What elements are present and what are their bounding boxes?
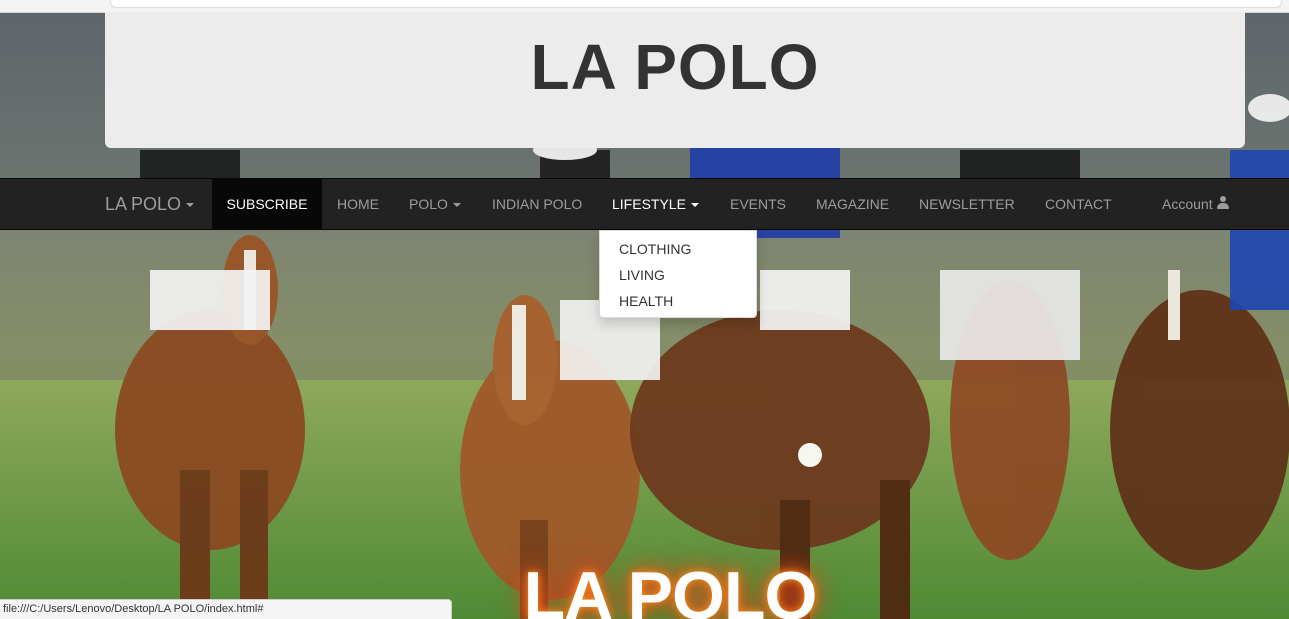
- nav-item-home[interactable]: HOME: [337, 179, 379, 229]
- nav-brand-dropdown[interactable]: LA POLO: [105, 179, 195, 229]
- nav-item-newsletter[interactable]: NEWSLETTER: [919, 179, 1015, 229]
- account-label: Account: [1162, 196, 1213, 212]
- nav-item-magazine[interactable]: MAGAZINE: [816, 179, 889, 229]
- user-icon: [1216, 196, 1229, 210]
- caret-down-icon: [452, 203, 461, 208]
- nav-item-subscribe[interactable]: SUBSCRIBE: [212, 179, 322, 229]
- browser-status-bar: file:///C:/Users/Lenovo/Desktop/LA POLO/…: [0, 599, 452, 619]
- header-banner: LA POLO: [105, 12, 1245, 148]
- nav-item-events[interactable]: EVENTS: [730, 179, 786, 229]
- nav-item-indian-polo[interactable]: INDIAN POLO: [492, 179, 582, 229]
- nav-item-contact[interactable]: CONTACT: [1045, 179, 1112, 229]
- main-navbar: LA POLO SUBSCRIBE HOME POLO INDIAN POLO …: [0, 178, 1289, 230]
- nav-item-polo[interactable]: POLO: [409, 179, 461, 229]
- caret-down-icon: [186, 203, 195, 208]
- page: LA POLO LA POLO SUBSCRIBE HOME POLO INDI…: [0, 0, 1289, 619]
- dropdown-item-health[interactable]: HEALTH: [600, 288, 756, 314]
- dropdown-item-living[interactable]: LIVING: [600, 262, 756, 288]
- nav-item-lifestyle[interactable]: LIFESTYLE: [612, 179, 699, 229]
- lifestyle-dropdown-menu: CLOTHING LIVING HEALTH: [599, 230, 757, 318]
- nav-item-polo-label: POLO: [409, 196, 448, 212]
- banner-title: LA POLO: [530, 31, 820, 103]
- brand-label: LA POLO: [105, 194, 182, 214]
- caret-down-icon: [690, 203, 699, 208]
- nav-item-account[interactable]: Account: [1162, 179, 1229, 229]
- nav-item-lifestyle-label: LIFESTYLE: [612, 196, 686, 212]
- dropdown-item-clothing[interactable]: CLOTHING: [600, 236, 756, 262]
- address-bar[interactable]: [110, 0, 1282, 8]
